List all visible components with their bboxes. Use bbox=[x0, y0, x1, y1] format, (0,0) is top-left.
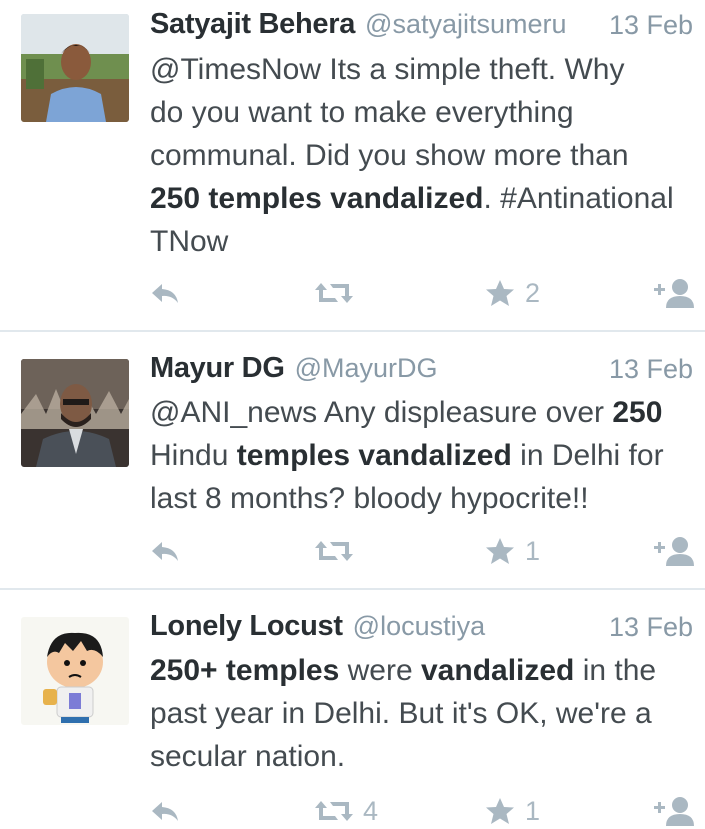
highlighted-text: temples vandalized bbox=[236, 439, 512, 472]
tweet-actions: 1 bbox=[0, 533, 705, 569]
retweet-count: 4 bbox=[363, 795, 379, 826]
user-handle[interactable]: @satyajitsumeru bbox=[365, 9, 566, 39]
tweet[interactable]: Mayur DG @MayurDG 13 Feb @ANI_news Any di… bbox=[0, 332, 705, 588]
tweet-text-line: 250+ temples were vandalized in the bbox=[150, 654, 657, 687]
follow-icon bbox=[654, 537, 694, 566]
highlighted-text: 250 temples vandalized bbox=[150, 182, 484, 215]
tweet-text-line: secular nation. bbox=[150, 740, 346, 773]
favorite-icon bbox=[486, 538, 514, 564]
tweet-text-line: last 8 months? bloody hypocrite!! bbox=[150, 482, 589, 515]
follow-icon bbox=[654, 797, 694, 826]
follow-button[interactable] bbox=[650, 533, 694, 569]
favorite-count: 2 bbox=[525, 277, 541, 308]
reply-icon bbox=[152, 802, 178, 821]
favorite-button[interactable]: 1 bbox=[485, 793, 540, 829]
retweet-icon bbox=[315, 283, 353, 303]
tweet-text-line: 250 temples vandalized. #Antinational bbox=[150, 182, 674, 215]
retweet-icon bbox=[315, 541, 353, 561]
tweet-text: 250+ temples were vandalized in the past … bbox=[150, 649, 698, 778]
timestamp[interactable]: 13 Feb bbox=[609, 354, 693, 385]
tweet-text-line: Hindu temples vandalized in Delhi for bbox=[150, 439, 664, 472]
highlighted-text: 250 bbox=[612, 396, 663, 429]
user-handle[interactable]: @MayurDG bbox=[295, 353, 438, 383]
favorite-button[interactable]: 2 bbox=[485, 275, 540, 311]
tweet-header: Satyajit Behera @satyajitsumeru 13 Feb bbox=[150, 8, 693, 44]
tweet-text-line: TNow bbox=[150, 225, 229, 258]
retweet-button[interactable] bbox=[315, 275, 363, 311]
follow-icon bbox=[654, 279, 694, 308]
tweet-text: @ANI_news Any displeasure over 250 Hindu … bbox=[150, 391, 698, 520]
highlighted-text: 250+ temples bbox=[150, 654, 340, 687]
retweet-button[interactable] bbox=[315, 533, 363, 569]
favorite-button[interactable]: 1 bbox=[485, 533, 540, 569]
retweet-icon bbox=[315, 801, 353, 821]
reply-icon bbox=[152, 542, 178, 561]
user-handle[interactable]: @locustiya bbox=[353, 611, 485, 641]
tweet-text-line: @ANI_news Any displeasure over 250 bbox=[150, 396, 663, 429]
retweet-button[interactable]: 4 bbox=[315, 793, 378, 829]
favorite-count: 1 bbox=[525, 795, 541, 826]
tweet-header: Mayur DG @MayurDG 13 Feb bbox=[150, 352, 693, 388]
avatar[interactable] bbox=[21, 359, 129, 467]
tweet-text-line: @TimesNow Its a simple theft. Why bbox=[150, 53, 625, 86]
tweet-text-line: past year in Delhi. But it's OK, we're a bbox=[150, 697, 652, 730]
avatar[interactable] bbox=[21, 617, 129, 725]
user-name[interactable]: Mayur DG bbox=[150, 352, 285, 384]
reply-button[interactable] bbox=[150, 533, 180, 569]
reply-button[interactable] bbox=[150, 275, 180, 311]
favorite-icon bbox=[486, 798, 514, 824]
tweet-header: Lonely Locust @locustiya 13 Feb bbox=[150, 610, 693, 646]
tweet-text-line: do you want to make everything bbox=[150, 96, 574, 129]
tweet-text-line: communal. Did you show more than bbox=[150, 139, 629, 172]
user-name[interactable]: Satyajit Behera bbox=[150, 8, 355, 40]
timestamp[interactable]: 13 Feb bbox=[609, 10, 693, 41]
reply-button[interactable] bbox=[150, 793, 180, 829]
reply-icon bbox=[152, 284, 178, 303]
follow-button[interactable] bbox=[650, 793, 694, 829]
tweet[interactable]: Satyajit Behera @satyajitsumeru 13 Feb @T… bbox=[0, 0, 705, 330]
highlighted-text: vandalized bbox=[421, 654, 575, 687]
favorite-icon bbox=[486, 280, 514, 306]
tweet[interactable]: Lonely Locust @locustiya 13 Feb 250+ temp… bbox=[0, 590, 705, 826]
user-name[interactable]: Lonely Locust bbox=[150, 610, 343, 642]
favorite-count: 1 bbox=[525, 535, 541, 566]
follow-button[interactable] bbox=[650, 275, 694, 311]
tweet-actions: 4 1 bbox=[0, 793, 705, 829]
tweet-actions: 2 bbox=[0, 275, 705, 311]
timestamp[interactable]: 13 Feb bbox=[609, 612, 693, 643]
tweet-text: @TimesNow Its a simple theft. Why do you … bbox=[150, 48, 698, 263]
avatar[interactable] bbox=[21, 14, 129, 122]
